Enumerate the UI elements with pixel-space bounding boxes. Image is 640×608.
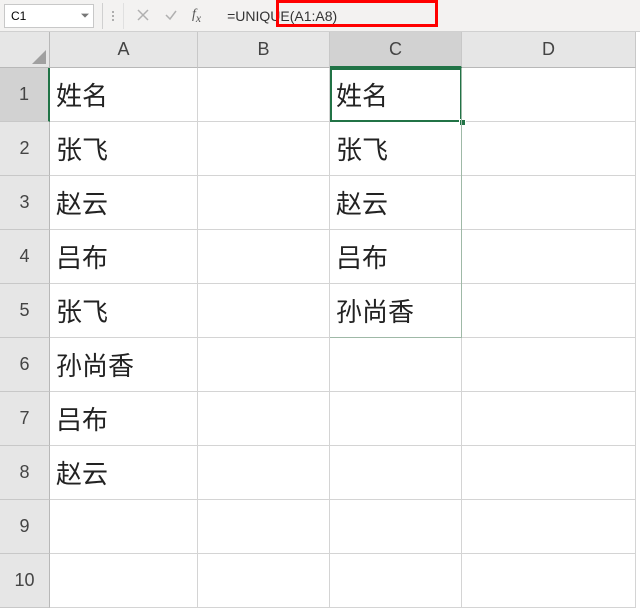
cell-A7[interactable]: 吕布 [50,392,198,446]
cell-C10[interactable] [330,554,462,608]
row: 7 吕布 [0,392,640,446]
cell-B6[interactable] [198,338,330,392]
cell-B7[interactable] [198,392,330,446]
cell-C5[interactable]: 孙尚香 [330,284,462,338]
col-header-C[interactable]: C [330,32,462,68]
cell-B9[interactable] [198,500,330,554]
cell-C3[interactable]: 赵云 [330,176,462,230]
cell-D9[interactable] [462,500,636,554]
cell-B4[interactable] [198,230,330,284]
row: 6 孙尚香 [0,338,640,392]
row: 10 [0,554,640,608]
row-header-6[interactable]: 6 [0,338,50,392]
cell-D5[interactable] [462,284,636,338]
cell-C8[interactable] [330,446,462,500]
cell-D4[interactable] [462,230,636,284]
formula-bar: fx =UNIQUE(A1:A8) [0,0,640,32]
name-box-dropdown[interactable] [77,5,93,27]
row-header-1[interactable]: 1 [0,68,50,122]
resize-dots-icon[interactable] [111,11,115,21]
cell-C1[interactable]: 姓名 [330,68,462,122]
name-box[interactable] [5,5,77,27]
row-header-2[interactable]: 2 [0,122,50,176]
separator [102,3,103,29]
spreadsheet-grid: A B C D 1 姓名 姓名 2 张飞 张飞 3 赵云 赵云 4 吕布 吕布 … [0,32,640,608]
cell-D8[interactable] [462,446,636,500]
row-header-3[interactable]: 3 [0,176,50,230]
column-header-row: A B C D [0,32,640,68]
cell-A10[interactable] [50,554,198,608]
row-header-5[interactable]: 5 [0,284,50,338]
name-box-container [4,4,94,28]
cell-B8[interactable] [198,446,330,500]
cell-D6[interactable] [462,338,636,392]
cell-C6[interactable] [330,338,462,392]
cell-A8[interactable]: 赵云 [50,446,198,500]
cell-A5[interactable]: 张飞 [50,284,198,338]
row-header-10[interactable]: 10 [0,554,50,608]
confirm-icon[interactable] [164,8,178,22]
cell-A2[interactable]: 张飞 [50,122,198,176]
cell-C2[interactable]: 张飞 [330,122,462,176]
cell-C7[interactable] [330,392,462,446]
row: 8 赵云 [0,446,640,500]
cell-D10[interactable] [462,554,636,608]
formula-input[interactable]: =UNIQUE(A1:A8) [221,4,636,28]
col-header-B[interactable]: B [198,32,330,68]
row-header-7[interactable]: 7 [0,392,50,446]
row: 5 张飞 孙尚香 [0,284,640,338]
select-all-corner[interactable] [0,32,50,68]
row: 3 赵云 赵云 [0,176,640,230]
separator [123,3,124,29]
cell-D7[interactable] [462,392,636,446]
row-header-8[interactable]: 8 [0,446,50,500]
cell-B1[interactable] [198,68,330,122]
row: 2 张飞 张飞 [0,122,640,176]
row: 1 姓名 姓名 [0,68,640,122]
cell-D2[interactable] [462,122,636,176]
cell-B5[interactable] [198,284,330,338]
cell-C4[interactable]: 吕布 [330,230,462,284]
col-header-A[interactable]: A [50,32,198,68]
cell-A1[interactable]: 姓名 [50,68,198,122]
cell-A9[interactable] [50,500,198,554]
row: 4 吕布 吕布 [0,230,640,284]
cell-A6[interactable]: 孙尚香 [50,338,198,392]
cell-B10[interactable] [198,554,330,608]
cell-D1[interactable] [462,68,636,122]
cell-A4[interactable]: 吕布 [50,230,198,284]
cell-D3[interactable] [462,176,636,230]
row: 9 [0,500,640,554]
cell-A3[interactable]: 赵云 [50,176,198,230]
row-header-9[interactable]: 9 [0,500,50,554]
cancel-icon[interactable] [136,8,150,22]
formula-buttons: fx [136,7,213,25]
cell-B2[interactable] [198,122,330,176]
cell-B3[interactable] [198,176,330,230]
fx-icon[interactable]: fx [192,7,201,25]
cell-C9[interactable] [330,500,462,554]
col-header-D[interactable]: D [462,32,636,68]
row-header-4[interactable]: 4 [0,230,50,284]
